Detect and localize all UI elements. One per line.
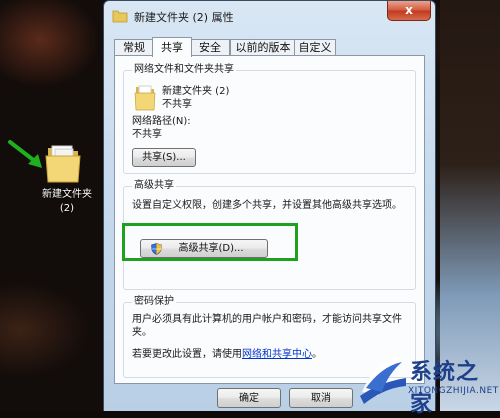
highlight-frame (122, 223, 298, 261)
network-sharing-group: 网络文件和文件夹共享 新建文件夹 (2) 不共享 网络路径(N): 不共享 共享… (123, 63, 416, 174)
watermark-logo-icon (360, 356, 406, 404)
cancel-button[interactable]: 取消 (289, 388, 353, 408)
tab-security[interactable]: 安全 (190, 39, 230, 56)
change-setting-text: 若要更改此设置，请使用 (132, 349, 242, 360)
network-sharing-title: 网络文件和文件夹共享 (132, 63, 236, 77)
network-path-value: 不共享 (132, 129, 162, 140)
tab-customize[interactable]: 自定义 (294, 39, 336, 56)
shared-folder-icon (134, 85, 156, 111)
sharing-panel: 网络文件和文件夹共享 新建文件夹 (2) 不共享 网络路径(N): 不共享 共享… (114, 55, 425, 384)
advanced-sharing-title: 高级共享 (132, 179, 176, 193)
password-protection-title: 密码保护 (132, 295, 176, 309)
watermark-url: XITONGZHIJIA.NET (408, 386, 499, 396)
close-button[interactable]: x (387, 1, 431, 21)
tab-previous-versions[interactable]: 以前的版本 (230, 39, 296, 56)
change-setting-suffix: 。 (312, 349, 322, 360)
tab-sharing[interactable]: 共享 (152, 37, 192, 57)
window-title: 新建文件夹 (2) 属性 (134, 11, 234, 24)
advanced-sharing-description: 设置自定义权限，创建多个共享，并设置其他高级共享选项。 (132, 200, 402, 211)
desktop-folder-label-line1: 新建文件夹 (42, 189, 92, 200)
desktop-folder-label[interactable]: 新建文件夹 (2) (33, 188, 101, 216)
network-path-label: 网络路径(N): (132, 116, 191, 127)
desktop-background-right (440, 0, 500, 411)
password-protection-description: 用户必须具有此计算机的用户帐户和密码，才能访问共享文件夹。 (132, 314, 402, 338)
folder-share-status: 不共享 (162, 99, 192, 110)
folder-title-icon (112, 10, 128, 23)
folder-icon[interactable] (44, 140, 84, 184)
tab-general[interactable]: 常规 (114, 39, 154, 56)
network-sharing-center-link[interactable]: 网络和共享中心 (242, 349, 312, 360)
folder-name: 新建文件夹 (2) (162, 86, 230, 97)
site-watermark: 系统之家 XITONGZHIJIA.NET (352, 352, 500, 417)
ok-button[interactable]: 确定 (217, 388, 281, 408)
share-button[interactable]: 共享(S)... (132, 148, 196, 167)
desktop-folder-label-line2: (2) (59, 203, 75, 214)
title-bar[interactable]: 新建文件夹 (2) 属性 x (104, 1, 435, 31)
properties-window: 新建文件夹 (2) 属性 x 常规 共享 安全 以前的版本 自定义 网络文件和文… (103, 0, 436, 411)
